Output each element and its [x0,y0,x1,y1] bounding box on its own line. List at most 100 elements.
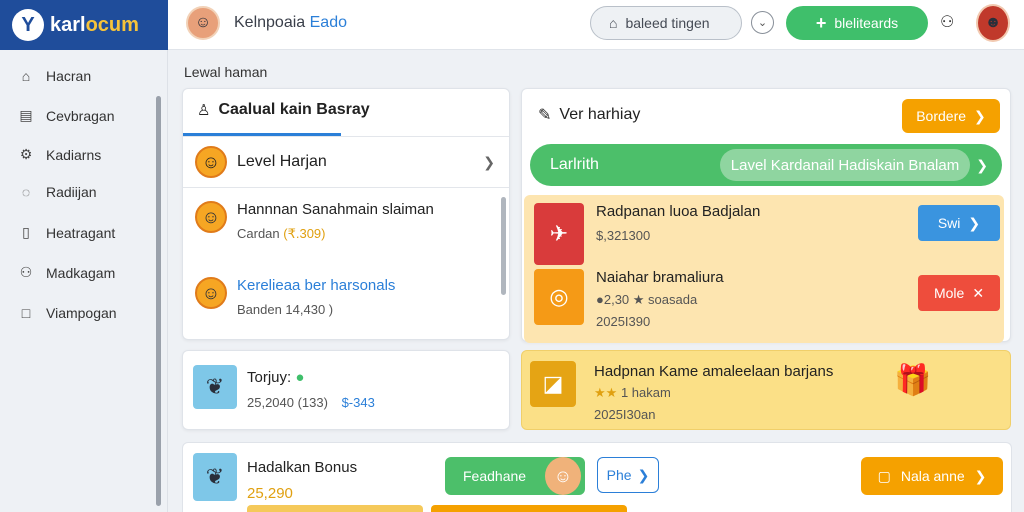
document-icon: ▤ [19,107,33,123]
sidebar-item-clipboard[interactable]: ▯ Heatragant [18,224,115,241]
home-icon: ⌂ [21,68,31,84]
offers-panel: ✈ Radpanan luoa Badjalan $,321300 Swi ❯ ◎… [524,195,1004,343]
ticket-icon: ◪ [530,361,576,407]
add-button-label: bleliteards [834,15,899,31]
leaf-icon: ❦ [193,453,237,501]
sidebar-item-documents[interactable]: ▤ Cevbragan [18,107,115,124]
users-icon: ⚇ [19,264,33,280]
today-badge-icon: ● [295,369,305,386]
star-icon: ★★ [594,385,618,400]
feature-button[interactable]: Feadhane ☺ [445,457,585,495]
list-item-sub: Cardan (₹.309) [237,226,434,242]
smiley-icon: ☺ [195,277,227,309]
today-card[interactable]: ❦ Torjuy: ● 25,2040 (133) $-343 [182,350,510,430]
top-bar: Y karl ocum ☺ Kelnpoaia Eado ⌂ baleed tin… [0,0,1024,50]
today-meta: 25,2040 (133) $-343 [247,395,375,410]
level-bar[interactable]: Larlrith Lavel Kardanail Hadiskain Bnala… [530,144,1002,186]
brand[interactable]: Y karl ocum [0,0,168,50]
brand-name-accent: ocum [85,13,139,36]
today-title-text: Torjuy: [247,369,296,386]
offer-button-label: Mole [933,285,965,301]
list-item-title: Kerelieaa ber harsonals [237,277,396,294]
page-title-main: Kelnpoaia [234,14,310,31]
sidebar-item-label: Cevbragan [46,107,115,124]
sidebar-item-label: Radiijan [46,184,97,200]
search-button[interactable]: ⌂ baleed tingen [590,6,742,40]
border-button-label: Bordere [916,108,967,124]
sidebar-item-settings[interactable]: ⚙ Kadiarns [18,146,102,163]
feature-button-label: Feadhane [463,468,527,484]
user-avatar[interactable]: ☻ [976,4,1010,42]
offer-title: Radpanan luoa Badjalan [596,203,761,220]
add-button[interactable]: + bleliteards [786,6,928,40]
more-button[interactable]: Phe ❯ [597,457,659,493]
chevron-right-icon: ❯ [976,156,988,173]
gift-icon: 🎁 [894,364,932,397]
face-icon: ☺ [545,457,581,495]
sidebar-scrollbar[interactable] [156,96,161,506]
offer-mole-button[interactable]: Mole ✕ [918,275,1000,311]
ticket-icon: ✈ [534,203,584,265]
leaf-icon: ❦ [193,365,237,409]
square-icon: □ [21,305,31,321]
brand-name: karl [50,13,86,36]
plus-icon: + [815,12,827,33]
border-button[interactable]: Bordere ❯ [902,99,1000,133]
chevron-right-icon: ❯ [968,214,981,231]
avatar[interactable]: ☺ [186,6,220,40]
list-item-sub-value: (₹.309) [283,226,326,241]
section-title: Lewal haman [184,64,268,80]
sidebar-item-label: Madkagam [46,264,116,281]
sidebar-item-label: Hacran [46,68,92,84]
bonus-title: Hadalkan Bonus [247,459,358,476]
action-button-label: Nala anne [900,468,965,484]
level-bar-pill[interactable]: Lavel Kardanail Hadiskain Bnalam [720,149,970,181]
sidebar-item-chat[interactable]: ◌ Radiijan [18,184,97,200]
chevron-right-icon: ❯ [483,153,495,170]
list-item[interactable]: ☺ Kerelieaa ber harsonals Banden 14,430 … [195,277,395,317]
offer-button-label: Swi [937,215,961,231]
smiley-icon: ☺ [195,146,227,178]
sidebar-item-home[interactable]: ⌂ Hacran [18,68,91,84]
list-item[interactable]: ☺ Hannnan Sanahmain slaiman Cardan (₹.30… [195,201,434,242]
page-title-highlight: Eado [309,14,347,31]
gear-icon: ⚙ [19,146,33,162]
offer-date: 2025I390 [596,314,651,329]
offer-value: ●2,30 ★ soasada [596,292,698,307]
offers-card-title: ✎ Ver harhiay [538,105,640,125]
search-label: baleed tingen [625,15,710,31]
sidebar-item-label: Viampogan [46,305,117,321]
card-icon: ▢ [877,467,891,484]
promo-date: 2025I30an [594,407,656,422]
action-button[interactable]: ▢ Nala anne ❯ [861,457,1003,495]
list-scrollbar[interactable] [501,197,506,295]
clipboard-icon: ▯ [22,224,30,240]
brand-logo-icon: Y [12,9,44,41]
user-icon: ♙ [197,102,211,119]
offer-swi-button[interactable]: Swi ❯ [918,205,1000,241]
more-button-label: Phe [606,467,632,483]
sidebar: ⌂ Hacran ▤ Cevbragan ⚙ Kadiarns ◌ Radiijan ▯… [0,50,168,512]
sidebar-item-users[interactable]: ⚇ Madkagam [18,264,116,281]
page-title: Kelnpoaia Eado [234,14,347,32]
offer-title: Naiahar bramaliura [596,269,724,286]
offers-card-title-text: Ver harhiay [559,106,641,123]
edit-icon: ✎ [538,107,552,124]
offer-item[interactable]: ✈ Radpanan luoa Badjalan $,321300 [534,203,760,265]
list-item-sub-main: Cardan [237,226,284,241]
promo-rating: ★★ 1 hakam [594,385,671,401]
close-icon: ✕ [972,284,985,301]
sidebar-item-square[interactable]: □ Viampogan [18,305,117,321]
smiley-icon: ☺ [195,201,227,233]
promo-card[interactable]: ◪ Hadpnan Kame amaleelaan barjans ★★ 1 h… [521,350,1011,430]
today-amount: $-343 [341,395,375,410]
chevron-down-icon[interactable]: ⌄ [751,11,774,34]
promo-rating-text: 1 hakam [620,385,671,400]
coin-icon: ◎ [534,269,584,325]
level-card-title-text: Caalual kain Basray [218,101,370,118]
chevron-right-icon: ❯ [974,107,986,124]
users-icon[interactable]: ⚇ [940,12,954,32]
chevron-right-icon: ❯ [637,466,650,483]
offer-item[interactable]: ◎ Naiahar bramaliura ●2,30 ★ soasada 202… [534,269,724,329]
level-selector[interactable]: ☺ Level Harjan ❯ [183,136,509,188]
